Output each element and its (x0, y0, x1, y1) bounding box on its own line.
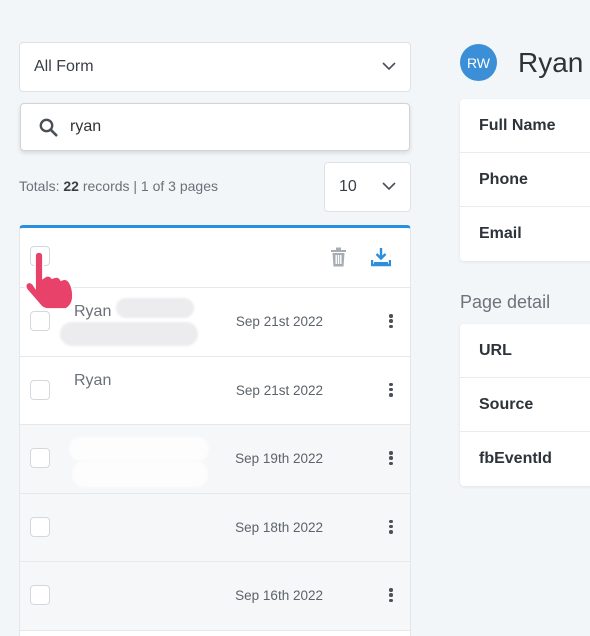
record-date: Sep 18th 2022 (235, 519, 323, 535)
table-row[interactable]: Sep 19th 2022 (20, 425, 410, 494)
row-checkbox[interactable] (30, 516, 50, 537)
field-label: Source (460, 378, 590, 432)
totals-prefix: Totals: (19, 178, 60, 194)
record-date: Sep 19th 2022 (235, 451, 323, 466)
field-label: Full Name (460, 99, 590, 153)
redacted-blur (116, 298, 194, 318)
totals-count: 22 (63, 178, 79, 194)
field-label: Email (479, 225, 522, 242)
more-options-icon[interactable] (384, 585, 398, 605)
table-row[interactable]: Sep 16th 2022 (20, 562, 410, 631)
contact-card: Full Name Phone Email (460, 99, 590, 261)
row-checkbox[interactable] (30, 585, 50, 605)
chevron-down-icon (382, 178, 396, 196)
record-name: Ryan (74, 371, 112, 389)
profile-header: RW Ryan (460, 44, 583, 81)
download-icon[interactable] (370, 247, 392, 272)
more-options-icon[interactable] (384, 448, 398, 468)
more-options-icon[interactable] (384, 517, 398, 537)
per-page-value: 10 (339, 178, 357, 195)
redacted-blur (69, 437, 209, 461)
more-options-icon[interactable] (384, 380, 398, 400)
totals-suffix: records | 1 of 3 pages (82, 178, 218, 194)
avatar: RW (460, 44, 497, 81)
record-date: Sep 21st 2022 (235, 314, 323, 329)
trash-icon[interactable] (330, 247, 347, 272)
pointer-hand-icon (18, 250, 80, 317)
page-detail-card: URL Source fbEventId (460, 324, 590, 486)
records-totals: Totals: 22 records | 1 of 3 pages (19, 178, 218, 194)
record-date: Sep 21st 2022 (235, 382, 323, 398)
search-input[interactable]: ryan (20, 103, 410, 151)
search-icon (39, 118, 58, 137)
redacted-blur (72, 461, 208, 487)
search-value: ryan (70, 118, 102, 135)
field-label: Phone (460, 153, 590, 207)
field-label: fbEventId (479, 450, 552, 467)
section-title: Page detail (460, 292, 551, 312)
chevron-down-icon (382, 58, 396, 76)
table-row[interactable]: Sep 18th 2022 (20, 493, 410, 562)
field-label: URL (460, 324, 590, 378)
redacted-blur (60, 322, 198, 346)
form-filter-select[interactable]: All Form (19, 42, 411, 92)
row-checkbox[interactable] (30, 379, 50, 400)
record-date: Sep 16th 2022 (235, 588, 323, 603)
more-options-icon[interactable] (384, 311, 398, 331)
row-checkbox[interactable] (30, 448, 50, 468)
form-filter-value: All Form (34, 58, 94, 75)
profile-name: Ryan (518, 46, 584, 78)
table-row[interactable]: Ryan Sep 21st 2022 (20, 357, 410, 425)
per-page-select[interactable]: 10 (324, 162, 411, 212)
